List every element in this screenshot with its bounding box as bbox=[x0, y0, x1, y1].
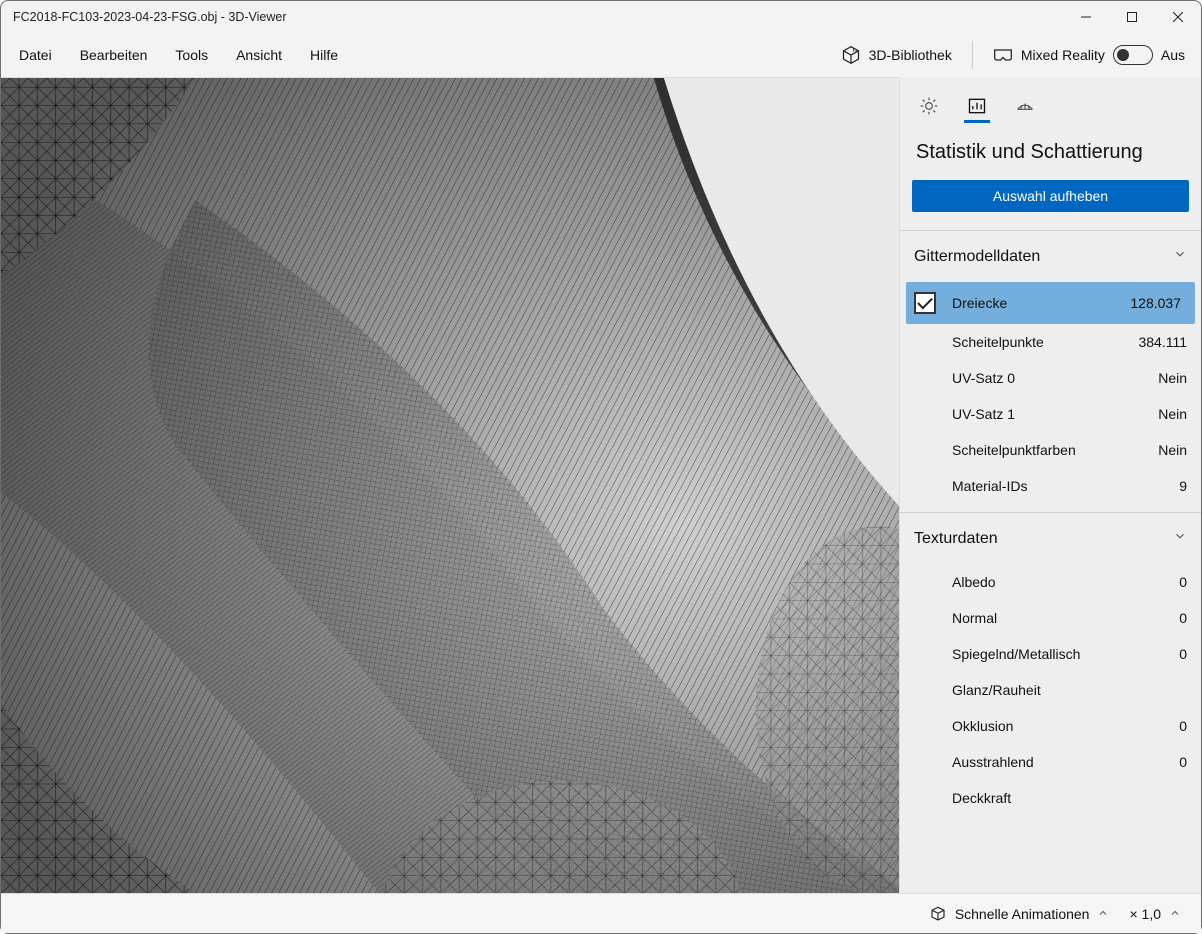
section-mesh-label: Gittermodelldaten bbox=[914, 248, 1040, 266]
label-vcolors: Scheitelpunktfarben bbox=[952, 442, 1158, 458]
row-uv1[interactable]: UV-Satz 1 Nein bbox=[900, 396, 1201, 432]
menu-help[interactable]: Hilfe bbox=[296, 41, 352, 69]
value-emiss: 0 bbox=[1179, 754, 1187, 770]
chevron-up-icon bbox=[1169, 906, 1181, 922]
label-specmet: Spiegelnd/Metallisch bbox=[952, 646, 1179, 662]
tab-stats[interactable] bbox=[964, 91, 990, 123]
row-uv0[interactable]: UV-Satz 0 Nein bbox=[900, 360, 1201, 396]
checkbox-triangles[interactable] bbox=[914, 292, 936, 314]
mixedreality-toggle[interactable] bbox=[1113, 45, 1153, 65]
menu-tools[interactable]: Tools bbox=[161, 41, 222, 69]
grid-icon bbox=[1015, 96, 1035, 116]
chevron-down-icon bbox=[1173, 247, 1187, 266]
label-gloss: Glanz/Rauheit bbox=[952, 682, 1187, 698]
label-normal: Normal bbox=[952, 610, 1179, 626]
panel-title: Statistik und Schattierung bbox=[900, 123, 1201, 180]
window-title: FC2018-FC103-2023-04-23-FSG.obj - 3D-Vie… bbox=[13, 10, 1063, 24]
tab-grid[interactable] bbox=[1012, 91, 1038, 123]
stats-icon bbox=[967, 96, 987, 116]
maximize-button[interactable] bbox=[1109, 1, 1155, 33]
menu-divider bbox=[972, 41, 973, 69]
quick-animations-label: Schnelle Animationen bbox=[955, 906, 1090, 922]
cube-icon bbox=[841, 45, 861, 65]
label-occl: Okklusion bbox=[952, 718, 1179, 734]
close-button[interactable] bbox=[1155, 1, 1201, 33]
scale-label: × 1,0 bbox=[1129, 906, 1161, 922]
label-albedo: Albedo bbox=[952, 574, 1179, 590]
mixedreality-label: Mixed Reality bbox=[1021, 47, 1105, 63]
row-emiss[interactable]: Ausstrahlend 0 bbox=[900, 744, 1201, 780]
mixedreality-button[interactable]: Mixed Reality Aus bbox=[981, 39, 1197, 71]
quick-animations-button[interactable]: Schnelle Animationen bbox=[919, 899, 1120, 929]
section-tex-label: Texturdaten bbox=[914, 530, 998, 548]
label-opacity: Deckkraft bbox=[952, 790, 1187, 806]
section-mesh-header[interactable]: Gittermodelldaten bbox=[900, 231, 1201, 282]
sun-icon bbox=[919, 96, 939, 116]
viewport-3d[interactable] bbox=[1, 77, 899, 893]
section-tex-header[interactable]: Texturdaten bbox=[900, 513, 1201, 564]
row-triangles[interactable]: Dreiecke 128.037 bbox=[906, 282, 1195, 324]
value-normal: 0 bbox=[1179, 610, 1187, 626]
mixedreality-state: Aus bbox=[1161, 47, 1185, 63]
chevron-down-icon bbox=[1173, 529, 1187, 548]
value-occl: 0 bbox=[1179, 718, 1187, 734]
row-albedo[interactable]: Albedo 0 bbox=[900, 564, 1201, 600]
label-emiss: Ausstrahlend bbox=[952, 754, 1179, 770]
tab-lighting[interactable] bbox=[916, 91, 942, 123]
cube-anim-icon bbox=[929, 905, 947, 923]
row-specmet[interactable]: Spiegelnd/Metallisch 0 bbox=[900, 636, 1201, 672]
value-albedo: 0 bbox=[1179, 574, 1187, 590]
value-matids: 9 bbox=[1179, 478, 1187, 494]
deselect-button[interactable]: Auswahl aufheben bbox=[912, 180, 1189, 212]
value-triangles: 128.037 bbox=[1130, 295, 1181, 311]
value-specmet: 0 bbox=[1179, 646, 1187, 662]
label-vertices: Scheitelpunkte bbox=[952, 334, 1138, 350]
row-occl[interactable]: Okklusion 0 bbox=[900, 708, 1201, 744]
scale-button[interactable]: × 1,0 bbox=[1119, 900, 1191, 928]
row-vcolors[interactable]: Scheitelpunktfarben Nein bbox=[900, 432, 1201, 468]
row-vertices[interactable]: Scheitelpunkte 384.111 bbox=[900, 324, 1201, 360]
value-vcolors: Nein bbox=[1158, 442, 1187, 458]
value-uv1: Nein bbox=[1158, 406, 1187, 422]
menu-file[interactable]: Datei bbox=[5, 41, 66, 69]
row-gloss[interactable]: Glanz/Rauheit bbox=[900, 672, 1201, 708]
value-uv0: Nein bbox=[1158, 370, 1187, 386]
minimize-button[interactable] bbox=[1063, 1, 1109, 33]
label-uv0: UV-Satz 0 bbox=[952, 370, 1158, 386]
chevron-up-icon bbox=[1097, 906, 1109, 922]
row-normal[interactable]: Normal 0 bbox=[900, 600, 1201, 636]
library-label: 3D-Bibliothek bbox=[869, 47, 952, 63]
library-button[interactable]: 3D-Bibliothek bbox=[829, 39, 964, 71]
label-matids: Material-IDs bbox=[952, 478, 1179, 494]
menu-edit[interactable]: Bearbeiten bbox=[66, 41, 162, 69]
row-opacity[interactable]: Deckkraft bbox=[900, 780, 1201, 816]
label-triangles: Dreiecke bbox=[952, 295, 1130, 311]
mixedreality-icon bbox=[993, 47, 1013, 63]
value-vertices: 384.111 bbox=[1138, 334, 1187, 350]
row-matids[interactable]: Material-IDs 9 bbox=[900, 468, 1201, 504]
label-uv1: UV-Satz 1 bbox=[952, 406, 1158, 422]
menu-view[interactable]: Ansicht bbox=[222, 41, 296, 69]
